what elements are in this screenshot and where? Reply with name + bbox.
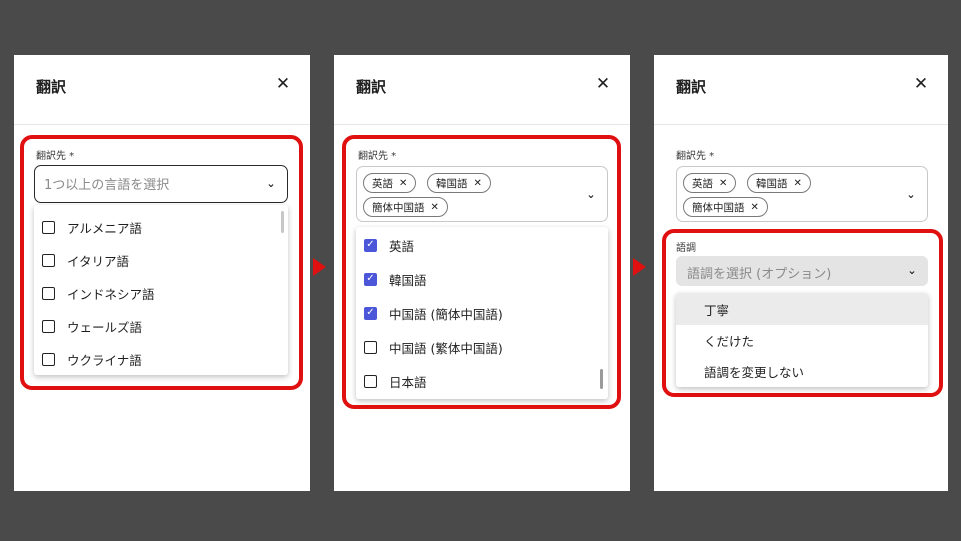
- checkbox[interactable]: [364, 340, 377, 354]
- checkbox[interactable]: [42, 253, 55, 267]
- remove-chip-icon[interactable]: ✕: [474, 178, 482, 189]
- arrow-right-icon: [633, 258, 646, 276]
- chip: 簡体中国語 ✕: [683, 197, 768, 217]
- dialog-header: 翻訳 ✕: [334, 55, 630, 125]
- close-icon[interactable]: ✕: [272, 73, 294, 95]
- option-label: 英語: [389, 238, 415, 254]
- remove-chip-icon[interactable]: ✕: [794, 178, 802, 189]
- list-item[interactable]: ウクライナ語: [34, 344, 288, 374]
- target-language-select[interactable]: 英語 ✕ 韓国語 ✕ 簡体中国語 ✕ ⌄: [676, 166, 928, 222]
- target-language-select[interactable]: 英語 ✕ 韓国語 ✕ 簡体中国語 ✕ ⌄: [356, 166, 608, 222]
- list-item[interactable]: ✓ 英語: [356, 230, 608, 260]
- close-icon[interactable]: ✕: [910, 73, 932, 95]
- chevron-down-icon: ⌄: [266, 177, 276, 190]
- dialog-title: 翻訳: [36, 78, 67, 96]
- chip-label: 簡体中国語: [692, 201, 745, 214]
- checkbox[interactable]: [42, 286, 55, 300]
- target-language-label: 翻訳先 *: [36, 151, 75, 162]
- tone-label: 語調: [676, 243, 696, 254]
- list-item[interactable]: インドネシア語: [34, 278, 288, 308]
- remove-chip-icon[interactable]: ✕: [719, 178, 727, 189]
- language-dropdown: ✓ 英語 ✓ 韓国語 ✓ 中国語 (簡体中国語) 中国語 (繁体中国語) 日本語: [356, 227, 608, 399]
- target-language-label: 翻訳先 *: [358, 151, 397, 162]
- checkbox-checked[interactable]: ✓: [364, 238, 377, 252]
- option-label: ウクライナ語: [67, 352, 142, 368]
- translate-dialog-step3: 翻訳 ✕ 翻訳先 * 英語 ✕ 韓国語 ✕ 簡体中国語 ✕ ⌄ 語調 語調を選択 (オ…: [654, 55, 948, 491]
- chip-label: 英語: [692, 177, 713, 190]
- chip-label: 簡体中国語: [372, 201, 425, 214]
- option-label: インドネシア語: [67, 286, 155, 302]
- checkbox[interactable]: [42, 352, 55, 366]
- tone-dropdown: 丁寧 くだけた 語調を変更しない: [676, 293, 928, 387]
- chip: 簡体中国語 ✕: [363, 197, 448, 217]
- arrow-right-icon: [313, 258, 326, 276]
- dialog-header: 翻訳 ✕: [14, 55, 310, 125]
- language-dropdown: アルメニア語 イタリア語 インドネシア語 ウェールズ語 ウクライナ語: [34, 205, 288, 375]
- remove-chip-icon[interactable]: ✕: [751, 202, 759, 213]
- option-label: ウェールズ語: [67, 319, 143, 335]
- chip-label: 英語: [372, 177, 393, 190]
- list-item[interactable]: ✓ 中国語 (簡体中国語): [356, 298, 608, 328]
- tone-select[interactable]: 語調を選択 (オプション) ⌄: [676, 256, 928, 286]
- checkbox[interactable]: [42, 319, 55, 333]
- option-label: 日本語: [389, 374, 427, 390]
- target-language-label: 翻訳先 *: [676, 151, 715, 162]
- option-label: 中国語 (簡体中国語): [389, 306, 503, 322]
- chip: 英語 ✕: [363, 173, 417, 193]
- option-label: アルメニア語: [67, 220, 142, 236]
- scrollbar[interactable]: [281, 211, 284, 233]
- list-item[interactable]: ウェールズ語: [34, 311, 288, 341]
- translate-dialog-step1: 翻訳 ✕ 翻訳先 * 1つ以上の言語を選択 ⌄ アルメニア語 イタリア語 インド…: [14, 55, 310, 491]
- list-item[interactable]: 日本語: [356, 366, 608, 396]
- checkbox[interactable]: [364, 374, 377, 388]
- chip: 韓国語 ✕: [427, 173, 491, 193]
- select-placeholder: 語調を選択 (オプション): [687, 267, 832, 282]
- chip-label: 韓国語: [436, 177, 468, 190]
- dialog-title: 翻訳: [356, 78, 387, 96]
- remove-chip-icon[interactable]: ✕: [431, 202, 439, 213]
- chevron-down-icon: ⌄: [907, 264, 917, 277]
- option-label: イタリア語: [67, 253, 130, 269]
- checkbox[interactable]: [42, 220, 55, 234]
- list-item[interactable]: 中国語 (繁体中国語): [356, 332, 608, 362]
- close-icon[interactable]: ✕: [592, 73, 614, 95]
- chip-label: 韓国語: [756, 177, 788, 190]
- list-item[interactable]: 丁寧: [676, 293, 928, 325]
- dialog-title: 翻訳: [676, 78, 707, 96]
- target-language-select[interactable]: 1つ以上の言語を選択 ⌄: [34, 165, 288, 203]
- checkbox-checked[interactable]: ✓: [364, 272, 377, 286]
- select-placeholder: 1つ以上の言語を選択: [44, 178, 170, 193]
- dialog-header: 翻訳 ✕: [654, 55, 948, 125]
- list-item[interactable]: イタリア語: [34, 245, 288, 275]
- chevron-down-icon: ⌄: [586, 188, 596, 201]
- chip: 英語 ✕: [683, 173, 737, 193]
- list-item[interactable]: アルメニア語: [34, 212, 288, 242]
- list-item[interactable]: 語調を変更しない: [676, 355, 928, 387]
- list-item[interactable]: くだけた: [676, 324, 928, 356]
- list-item[interactable]: ✓ 韓国語: [356, 264, 608, 294]
- option-label: 韓国語: [389, 272, 427, 288]
- chip: 韓国語 ✕: [747, 173, 811, 193]
- checkbox-checked[interactable]: ✓: [364, 306, 377, 320]
- remove-chip-icon[interactable]: ✕: [399, 178, 407, 189]
- option-label: 中国語 (繁体中国語): [389, 340, 503, 356]
- chevron-down-icon: ⌄: [906, 188, 916, 201]
- scrollbar[interactable]: [600, 369, 603, 389]
- translate-dialog-step2: 翻訳 ✕ 翻訳先 * 英語 ✕ 韓国語 ✕ 簡体中国語 ✕ ⌄ ✓ 英語 ✓ 韓国語 ✓ 中…: [334, 55, 630, 491]
